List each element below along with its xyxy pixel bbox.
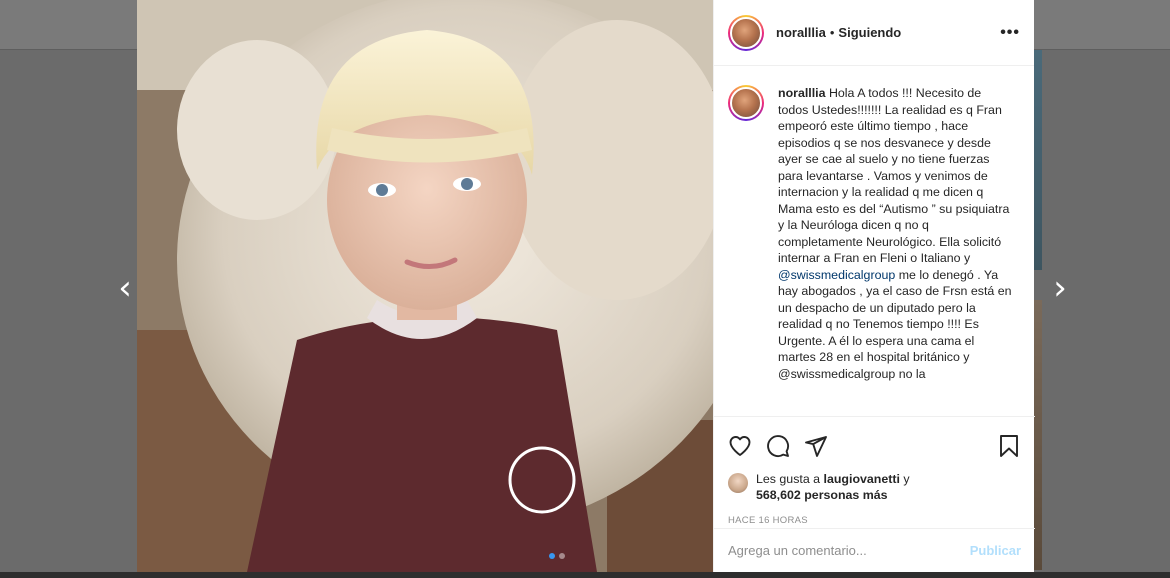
following-button[interactable]: Siguiendo bbox=[838, 25, 901, 40]
caption-username[interactable]: noralllia bbox=[778, 86, 826, 100]
likes-count[interactable]: 568,602 personas más bbox=[756, 488, 888, 502]
comment-form: Publicar bbox=[714, 528, 1035, 572]
more-options-icon[interactable]: ••• bbox=[1000, 24, 1020, 42]
next-post-arrow-icon[interactable]: › bbox=[1045, 270, 1075, 306]
post-header: noralllia • Siguiendo ••• bbox=[714, 0, 1034, 66]
heart-icon[interactable] bbox=[728, 434, 752, 458]
carousel-dot-active bbox=[549, 553, 555, 559]
post-timestamp[interactable]: HACE 16 HORAS bbox=[728, 515, 1021, 526]
bookmark-icon[interactable] bbox=[997, 434, 1021, 458]
liker-avatar[interactable] bbox=[728, 473, 748, 493]
carousel-dot bbox=[559, 553, 565, 559]
likes-summary: Les gusta a laugiovanetti y 568,602 pers… bbox=[728, 471, 1021, 503]
background-page-content-lower bbox=[1034, 300, 1042, 570]
carousel-indicator bbox=[549, 553, 565, 559]
header-separator: • bbox=[829, 25, 835, 40]
caption-avatar-image bbox=[730, 87, 762, 119]
taskbar bbox=[0, 572, 1170, 578]
caption-body-part2: me lo denegó . Ya hay abogados , ya el c… bbox=[778, 267, 1012, 381]
liker-username[interactable]: laugiovanetti bbox=[824, 472, 900, 486]
post-photo[interactable]: › bbox=[137, 0, 713, 572]
caption-body-part1: Hola A todos !!! Necesito de todos Usted… bbox=[778, 86, 1010, 265]
likes-prefix: Les gusta a bbox=[756, 472, 821, 486]
action-icons-row bbox=[728, 425, 1021, 467]
post-side-panel: noralllia • Siguiendo ••• noralllia Hola… bbox=[713, 0, 1035, 572]
comment-icon[interactable] bbox=[766, 434, 790, 458]
likes-joiner: y bbox=[903, 472, 910, 486]
caption-avatar[interactable] bbox=[728, 85, 764, 121]
previous-post-arrow-icon[interactable]: ‹ bbox=[110, 270, 140, 306]
comment-input[interactable] bbox=[728, 543, 970, 558]
share-icon[interactable] bbox=[804, 434, 828, 458]
post-actions: Les gusta a laugiovanetti y 568,602 pers… bbox=[714, 416, 1035, 526]
caption-area[interactable]: noralllia Hola A todos !!! Necesito de t… bbox=[714, 67, 1035, 415]
background-page-content bbox=[1034, 50, 1042, 270]
publish-button[interactable]: Publicar bbox=[970, 543, 1021, 558]
header-username[interactable]: noralllia bbox=[776, 25, 826, 40]
caption-mention-link[interactable]: @swissmedicalgroup bbox=[778, 268, 895, 282]
avatar-image bbox=[730, 16, 762, 49]
post-photo-image bbox=[137, 0, 713, 572]
caption-text: noralllia Hola A todos !!! Necesito de t… bbox=[778, 85, 1014, 415]
likes-text: Les gusta a laugiovanetti y 568,602 pers… bbox=[756, 471, 910, 503]
avatar[interactable] bbox=[728, 14, 764, 51]
